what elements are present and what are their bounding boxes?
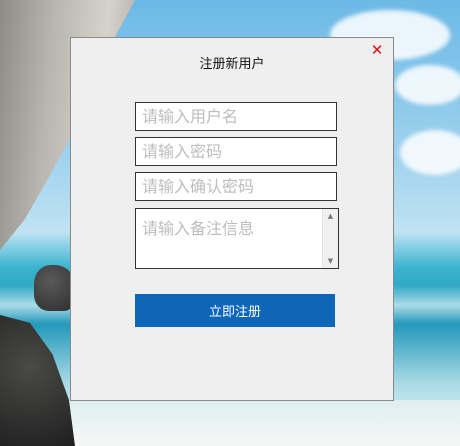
username-input[interactable] (135, 102, 337, 131)
remark-textarea[interactable] (136, 209, 322, 268)
confirm-password-input[interactable] (135, 172, 337, 201)
cloud (395, 65, 460, 105)
remark-scrollbar[interactable]: ▲ ▼ (322, 209, 338, 268)
scroll-down-arrow-icon[interactable]: ▼ (323, 255, 338, 267)
dialog-title: 注册新用户 (199, 57, 265, 72)
close-icon[interactable]: ✕ (370, 43, 384, 58)
register-button[interactable]: 立即注册 (135, 294, 335, 327)
register-dialog: 注册新用户 ✕ ▲ ▼ 立即注册 (70, 37, 394, 401)
rock (0, 315, 75, 446)
scroll-up-arrow-icon[interactable]: ▲ (323, 210, 338, 222)
cloud (400, 130, 460, 175)
remark-field: ▲ ▼ (135, 208, 339, 269)
password-input[interactable] (135, 137, 337, 166)
